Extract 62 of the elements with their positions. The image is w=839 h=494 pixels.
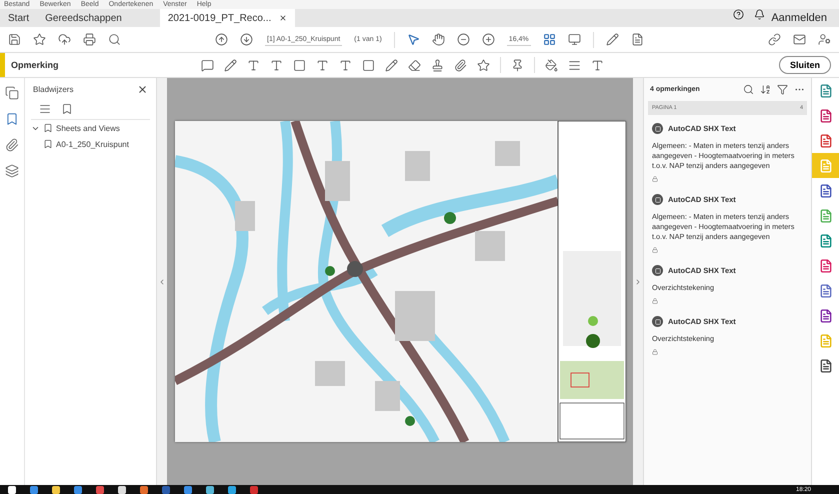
tab[interactable]: Start [0, 9, 38, 27]
avatar-icon [652, 316, 663, 327]
avatar-icon [652, 265, 663, 276]
close-icon[interactable] [137, 84, 148, 95]
text-icon[interactable] [247, 58, 260, 72]
fill-icon[interactable] [545, 58, 558, 72]
filter-icon[interactable] [777, 84, 788, 95]
bookmark-item[interactable]: A0-1_250_Kruispunt [56, 140, 129, 148]
sort-icon[interactable] [760, 84, 771, 95]
lock-icon [652, 298, 658, 304]
bookmark-icon[interactable] [5, 112, 19, 126]
save-icon[interactable] [8, 33, 21, 46]
tab[interactable]: 2021-0019_PT_Reco... [160, 9, 296, 27]
pen-icon[interactable] [606, 33, 619, 46]
close-icon[interactable] [279, 14, 288, 22]
taskbar-icon[interactable] [140, 486, 148, 494]
taskbar-icon[interactable] [52, 486, 60, 494]
star-icon[interactable] [33, 33, 46, 46]
pages-icon[interactable] [5, 86, 19, 100]
bell-icon[interactable] [754, 9, 766, 20]
toolbar-title: Opmerking [10, 60, 60, 70]
upload-icon[interactable] [58, 33, 71, 46]
zoom-out-icon[interactable] [456, 33, 470, 46]
stamp-icon[interactable] [431, 58, 444, 72]
help-icon[interactable] [733, 9, 744, 20]
document-icon [818, 158, 832, 172]
search-icon[interactable] [108, 33, 121, 46]
pointer-icon[interactable] [406, 33, 420, 46]
lines-icon[interactable] [568, 58, 581, 72]
zoom-in-icon[interactable] [482, 33, 495, 46]
lock-icon [652, 176, 658, 182]
collapse-icon[interactable] [158, 278, 166, 286]
mail-icon[interactable] [793, 33, 806, 46]
taskbar-icon[interactable] [206, 486, 214, 494]
lock-icon [652, 349, 658, 355]
panel-title: Bladwijzers [33, 85, 74, 94]
layout-icon[interactable] [542, 33, 556, 46]
note-icon[interactable] [201, 58, 214, 72]
bookmark-item[interactable]: Sheets and Views [56, 124, 120, 132]
avatar-icon [652, 194, 663, 205]
link-icon[interactable] [768, 33, 781, 46]
pencil-icon[interactable] [385, 58, 398, 72]
tab[interactable]: Gereedschappen [37, 9, 130, 27]
close-button[interactable]: Sluiten [778, 56, 831, 74]
hand-icon[interactable] [432, 33, 445, 46]
taskbar-icon[interactable] [8, 486, 16, 494]
sign-in-link[interactable]: Aanmelden [771, 12, 827, 24]
print-icon[interactable] [83, 33, 96, 46]
search-icon[interactable] [743, 84, 754, 95]
collapse-icon[interactable] [634, 278, 642, 286]
taskbar-icon[interactable] [118, 486, 126, 494]
paperclip-icon[interactable] [5, 138, 19, 152]
layers-icon[interactable] [5, 164, 19, 178]
eraser-icon[interactable] [408, 58, 421, 72]
user-settings-icon[interactable] [818, 33, 831, 46]
taskbar-icon[interactable] [228, 486, 236, 494]
lock-icon [652, 247, 658, 253]
new-bookmark-icon[interactable] [61, 103, 73, 115]
paperclip-icon[interactable] [454, 58, 467, 72]
pin-icon[interactable] [511, 58, 524, 72]
accent-bar [0, 53, 5, 77]
avatar-icon [652, 123, 663, 134]
